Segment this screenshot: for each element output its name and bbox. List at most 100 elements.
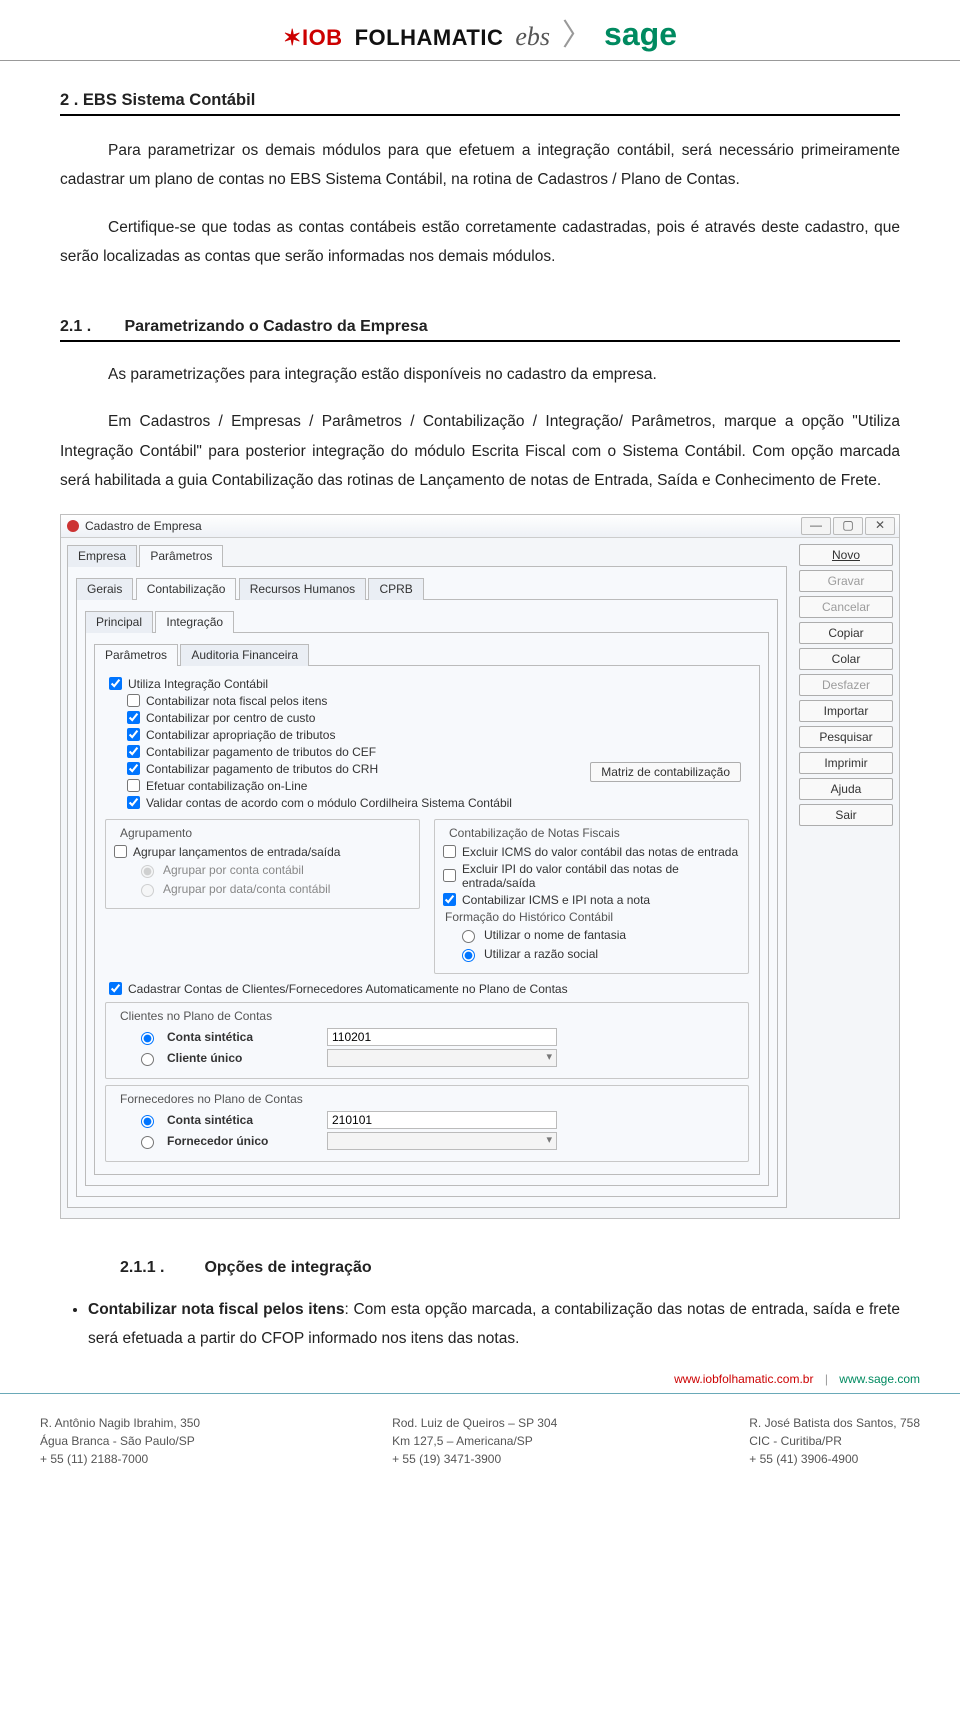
section-2-1-heading: 2.1 . Parametrizando o Cadastro da Empre… [60,318,900,342]
btn-copiar[interactable]: Copiar [799,622,893,644]
rad-fantasia-box[interactable] [462,930,475,943]
chk-online-box[interactable] [127,779,140,792]
input-for-sint[interactable] [327,1111,557,1129]
chk-nf-itens[interactable]: Contabilizar nota fiscal pelos itens [105,694,749,708]
rad-agrupar-conta[interactable]: Agrupar por conta contábil [114,862,411,878]
btn-novo[interactable]: Novo [799,544,893,566]
rad-fantasia[interactable]: Utilizar o nome de fantasia [443,927,740,943]
btn-imprimir[interactable]: Imprimir [799,752,893,774]
iob-logo: ✶IOB [283,25,343,51]
tab-empresa[interactable]: Empresa [67,545,137,567]
chk-cef-box[interactable] [127,745,140,758]
panel-param-inner: Utiliza Integração Contábil Contabilizar… [94,666,760,1175]
link-sage: www.sage.com [839,1372,920,1386]
rad-cli-sint[interactable] [141,1032,154,1045]
btn-sair[interactable]: Sair [799,804,893,826]
tab-rh[interactable]: Recursos Humanos [239,578,366,600]
btn-colar[interactable]: Colar [799,648,893,670]
lab-cli-sint: Conta sintética [167,1030,317,1044]
section-2-1-1-number: 2.1.1 . [120,1259,200,1277]
tab-gerais[interactable]: Gerais [76,578,133,600]
chk-pag-cef[interactable]: Contabilizar pagamento de tributos do CE… [105,745,749,759]
group-agrupamento: Agrupamento Agrupar lançamentos de entra… [105,819,420,909]
chk-excl-icms[interactable]: Excluir ICMS do valor contábil das notas… [443,845,740,859]
chk-cad-auto-box[interactable] [109,982,122,995]
window-buttons: — ▢ ✕ [799,517,895,535]
rad-data-box[interactable] [141,884,154,897]
btn-cancelar[interactable]: Cancelar [799,596,893,618]
chk-aprop-trib[interactable]: Contabilizar apropriação de tributos [105,728,749,742]
section-2-1-para2: Em Cadastros / Empresas / Parâmetros / C… [60,407,900,495]
tab-parametros-inner[interactable]: Parâmetros [94,644,178,666]
chk-agrupar-label: Agrupar lançamentos de entrada/saída [133,845,340,859]
row-cliente-unico: Cliente único [136,1049,740,1067]
btn-importar[interactable]: Importar [799,700,893,722]
section-2-1-title: Parametrizando o Cadastro da Empresa [124,318,427,335]
tab-auditoria[interactable]: Auditoria Financeira [180,644,309,666]
tab-parametros[interactable]: Parâmetros [139,545,223,567]
app-window: Cadastro de Empresa — ▢ ✕ Empresa Parâme… [60,514,900,1219]
chk-utiliza-box[interactable] [109,677,122,690]
rad-cli-unico[interactable] [141,1053,154,1066]
chk-agrupar-es[interactable]: Agrupar lançamentos de entrada/saída [114,845,411,859]
chk-icms-ipi-nota[interactable]: Contabilizar ICMS e IPI nota a nota [443,893,740,907]
tab-principal[interactable]: Principal [85,611,153,633]
rad-razao-box[interactable] [462,949,475,962]
btn-ajuda[interactable]: Ajuda [799,778,893,800]
app-body: Empresa Parâmetros Gerais Contabilização… [61,538,899,1218]
tab-contabilizacao[interactable]: Contabilização [136,578,237,600]
maximize-button[interactable]: ▢ [833,517,863,535]
matriz-button[interactable]: Matriz de contabilização [590,762,741,782]
addr1-l2: Água Branca - São Paulo/SP [40,1432,200,1450]
rad-conta-box[interactable] [141,865,154,878]
input-cli-sint[interactable] [327,1028,557,1046]
lab-for-unico: Fornecedor único [167,1134,317,1148]
chk-validar-label: Validar contas de acordo com o módulo Co… [146,796,512,810]
row-conta-sintetica-for: Conta sintética [136,1111,740,1129]
app-main-panel: Empresa Parâmetros Gerais Contabilização… [61,538,793,1218]
chk-validar-box[interactable] [127,796,140,809]
chk-excl-ipi[interactable]: Excluir IPI do valor contábil das notas … [443,862,740,890]
rad-razao[interactable]: Utilizar a razão social [443,946,740,962]
chk-centro-custo[interactable]: Contabilizar por centro de custo [105,711,749,725]
group-contnf: Contabilização de Notas Fiscais Excluir … [434,819,749,974]
section-2-1-para1: As parametrizações para integração estão… [60,360,900,389]
tab-integracao[interactable]: Integração [155,611,234,633]
lab-for-sint: Conta sintética [167,1113,317,1127]
legend-agrupamento: Agrupamento [116,826,196,840]
rad-for-unico[interactable] [141,1136,154,1149]
chk-excl-icms-box[interactable] [443,845,456,858]
chk-aprop-box[interactable] [127,728,140,741]
row-conta-sintetica-cli: Conta sintética [136,1028,740,1046]
rad-for-sint[interactable] [141,1115,154,1128]
addr3-l2: CIC - Curitiba/PR [749,1432,920,1450]
minimize-button[interactable]: — [801,517,831,535]
bullet-bold: Contabilizar nota fiscal pelos itens [88,1301,344,1318]
dd-cli-unico[interactable] [327,1049,557,1067]
chk-crh-box[interactable] [127,762,140,775]
lab-cli-unico: Cliente único [167,1051,317,1065]
btn-gravar[interactable]: Gravar [799,570,893,592]
dd-for-unico[interactable] [327,1132,557,1150]
panel-integracao: Parâmetros Auditoria Financeira Utiliza … [85,633,769,1186]
sub-legend-hist: Formação do Histórico Contábil [445,910,740,924]
app-title: Cadastro de Empresa [85,519,202,533]
section-2-para1: Para parametrizar os demais módulos para… [60,136,900,195]
bullet-item-1: Contabilizar nota fiscal pelos itens: Co… [88,1295,900,1354]
close-button[interactable]: ✕ [865,517,895,535]
btn-pesquisar[interactable]: Pesquisar [799,726,893,748]
footer-col-2: Rod. Luiz de Queiros – SP 304 Km 127,5 –… [392,1414,557,1468]
tab-cprb[interactable]: CPRB [368,578,423,600]
chk-utiliza-integracao[interactable]: Utiliza Integração Contábil [105,677,749,691]
chk-icms-ipi-box[interactable] [443,893,456,906]
rad-agrupar-data[interactable]: Agrupar por data/conta contábil [114,881,411,897]
chk-validar[interactable]: Validar contas de acordo com o módulo Co… [105,796,749,810]
chk-cad-auto[interactable]: Cadastrar Contas de Clientes/Fornecedore… [105,982,749,996]
chk-nf-itens-box[interactable] [127,694,140,707]
chk-agrupar-box[interactable] [114,845,127,858]
chk-cc-box[interactable] [127,711,140,724]
footer-col-1: R. Antônio Nagib Ibrahim, 350 Água Branc… [40,1414,200,1468]
btn-desfazer[interactable]: Desfazer [799,674,893,696]
sage-logo: sage [604,16,677,53]
chk-excl-ipi-box[interactable] [443,869,456,882]
